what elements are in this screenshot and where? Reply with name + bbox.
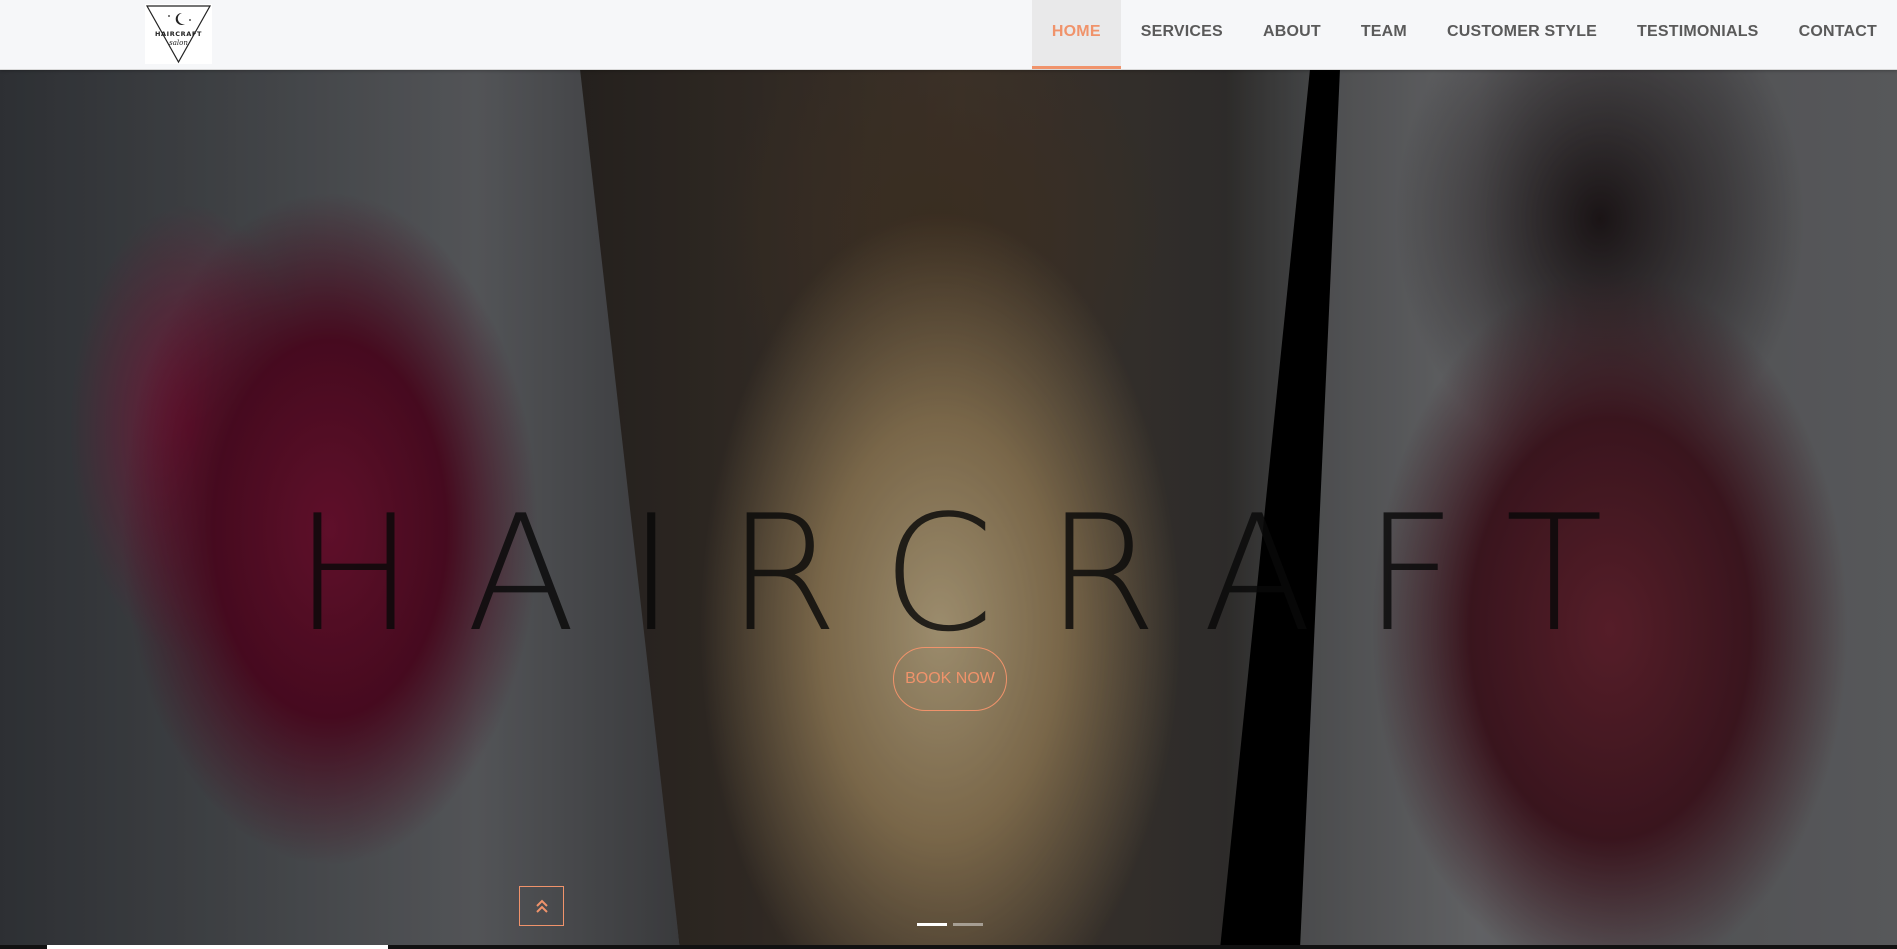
book-now-button[interactable]: BOOK NOW — [893, 647, 1007, 711]
nav-item-about[interactable]: ABOUT — [1243, 0, 1341, 69]
hero-title: HAIRCRAFT — [294, 480, 1655, 668]
nav-item-customer-style[interactable]: CUSTOMER STYLE — [1427, 0, 1617, 69]
main-nav: HOME SERVICES ABOUT TEAM CUSTOMER STYLE … — [1031, 0, 1897, 69]
nav-item-contact[interactable]: CONTACT — [1779, 0, 1897, 69]
slider-pagination — [917, 923, 983, 926]
nav-item-team[interactable]: TEAM — [1341, 0, 1427, 69]
nav-item-home[interactable]: HOME — [1031, 0, 1121, 69]
scroll-to-top-button[interactable] — [519, 886, 564, 926]
nav-item-services[interactable]: SERVICES — [1121, 0, 1243, 69]
slider-progress-fill — [47, 945, 388, 949]
site-header: HAIRCRAFT salon HOME SERVICES ABOUT TEAM… — [0, 0, 1897, 70]
slider-progress-track — [0, 945, 1897, 949]
slider-dot[interactable] — [917, 923, 947, 926]
logo-text-top: HAIRCRAFT — [155, 30, 202, 38]
site-logo[interactable]: HAIRCRAFT salon — [145, 4, 212, 64]
hero-slider: HAIRCRAFT BOOK NOW — [0, 69, 1897, 949]
nav-item-testimonials[interactable]: TESTIMONIALS — [1617, 0, 1779, 69]
slider-dot[interactable] — [953, 923, 983, 926]
logo-text-bottom: salon — [169, 39, 188, 47]
logo-emblem: HAIRCRAFT salon — [145, 5, 212, 64]
double-chevron-up-icon — [535, 899, 548, 913]
